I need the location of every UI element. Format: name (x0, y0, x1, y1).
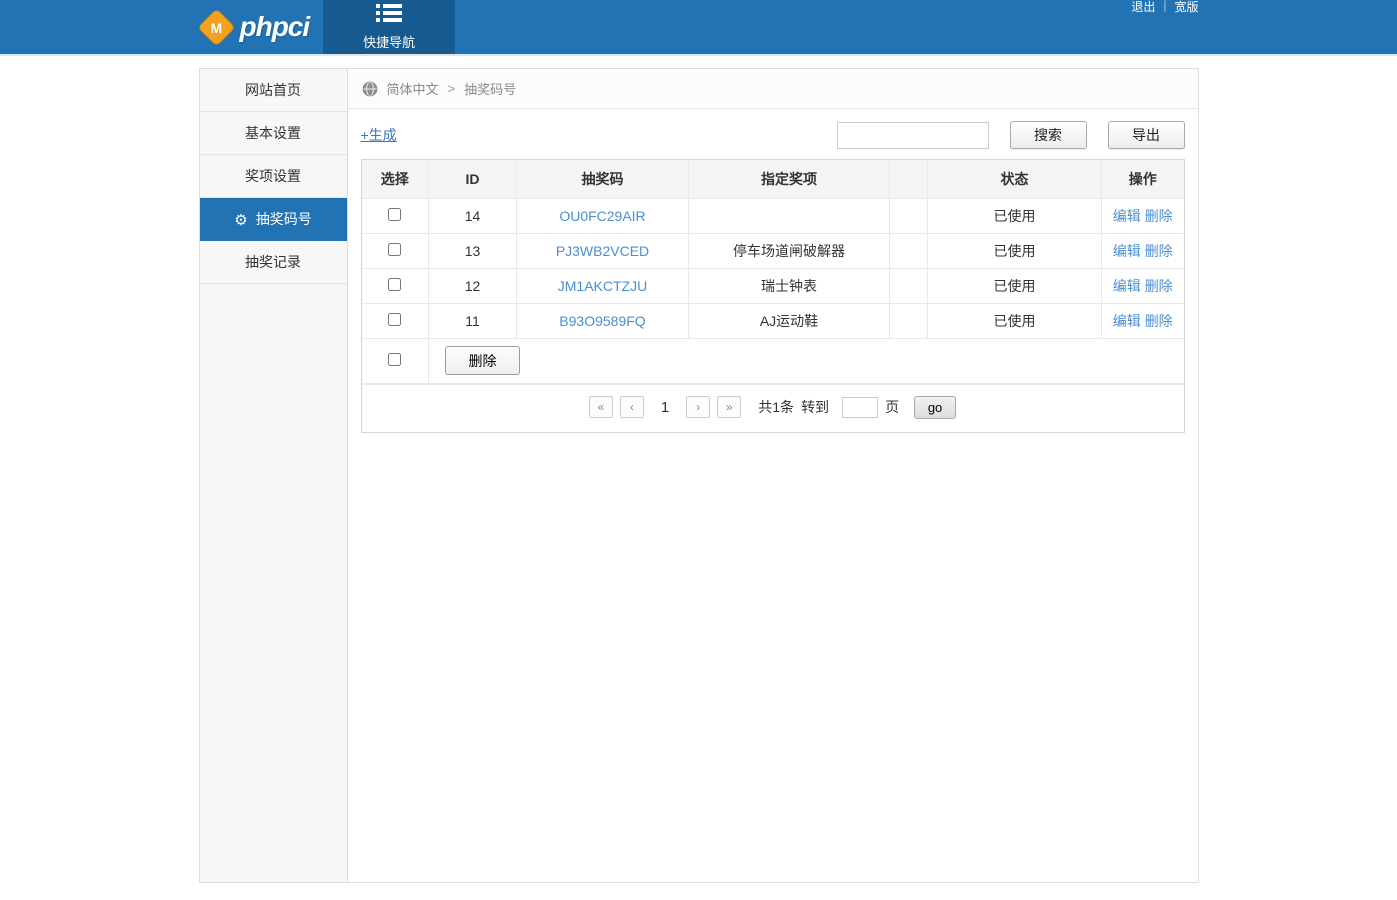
row-checkbox[interactable] (388, 277, 402, 291)
delete-link[interactable]: 删除 (1145, 243, 1173, 259)
row-id: 14 (428, 197, 517, 234)
row-status: 已使用 (927, 302, 1102, 339)
sidebar-item-label: 抽奖记录 (245, 254, 301, 270)
edit-link[interactable]: 编辑 (1113, 208, 1141, 224)
table-row: 12 JM1AKCTZJU 瑞士钟表 已使用 编辑 删除 (361, 267, 1184, 304)
gear-icon: ⚙ (234, 212, 248, 229)
lottery-codes-table-box: 选择 ID 抽奖码 指定奖项 状态 操作 14 OU0FC29AIR 已使用 编… (360, 159, 1185, 433)
row-prize: 瑞士钟表 (688, 267, 890, 304)
link-separator: | (1163, 0, 1167, 12)
row-empty-cell (889, 302, 928, 339)
breadcrumb-language[interactable]: 简体中文 (387, 79, 439, 98)
generate-link[interactable]: +生成 (361, 125, 397, 145)
row-status: 已使用 (927, 197, 1102, 234)
row-empty-cell (889, 267, 928, 304)
sidebar: 网站首页 基本设置 奖项设置 ⚙ 抽奖码号 抽奖记录 (199, 69, 348, 882)
col-header-actions: 操作 (1101, 160, 1184, 199)
go-button[interactable]: go (914, 395, 957, 419)
logo-badge-letter: M (210, 18, 222, 35)
row-empty-cell (889, 197, 928, 234)
wide-version-link[interactable]: 宽版 (1174, 0, 1198, 15)
total-count-text: 共1条 (758, 399, 795, 415)
search-input[interactable] (836, 121, 989, 149)
row-prize: AJ运动鞋 (688, 302, 890, 339)
globe-icon (362, 81, 378, 97)
sidebar-item-lottery-codes[interactable]: ⚙ 抽奖码号 (199, 198, 347, 241)
quick-nav-tab[interactable]: 快捷导航 (323, 0, 456, 54)
row-status: 已使用 (927, 232, 1102, 269)
sidebar-item-label: 奖项设置 (245, 168, 301, 184)
quick-nav-label: 快捷导航 (363, 35, 416, 50)
code-link[interactable]: PJ3WB2VCED (556, 243, 649, 259)
breadcrumb-current-page: 抽奖码号 (464, 82, 517, 97)
select-all-checkbox[interactable] (388, 352, 402, 366)
col-header-status: 状态 (927, 160, 1102, 199)
col-header-code: 抽奖码 (516, 160, 689, 199)
row-empty-cell (889, 232, 928, 269)
sidebar-item-label: 抽奖码号 (255, 211, 312, 227)
sidebar-item-label: 网站首页 (245, 82, 301, 98)
first-page-button[interactable]: « (588, 396, 613, 418)
col-header-id: ID (428, 160, 517, 199)
sidebar-item-lottery-records[interactable]: 抽奖记录 (199, 241, 347, 284)
edit-link[interactable]: 编辑 (1113, 278, 1141, 294)
sidebar-item-label: 基本设置 (245, 125, 301, 141)
row-prize (688, 197, 890, 234)
prev-page-button[interactable]: ‹ (619, 396, 644, 418)
row-id: 12 (428, 267, 517, 304)
table-toolbar: +生成 搜索 导出 (348, 109, 1198, 159)
edit-link[interactable]: 编辑 (1113, 313, 1141, 329)
table-row: 14 OU0FC29AIR 已使用 编辑 删除 (361, 197, 1184, 234)
table-footer-row: 删除 (361, 337, 1184, 384)
code-link[interactable]: B93O9589FQ (559, 313, 645, 329)
row-id: 13 (428, 232, 517, 269)
col-header-prize: 指定奖项 (688, 160, 890, 199)
row-prize: 停车场道闸破解器 (688, 232, 890, 269)
list-menu-icon (376, 3, 403, 26)
delete-link[interactable]: 删除 (1145, 208, 1173, 224)
lottery-codes-table: 选择 ID 抽奖码 指定奖项 状态 操作 14 OU0FC29AIR 已使用 编… (361, 160, 1184, 384)
page-suffix-text: 页 (885, 399, 900, 415)
col-header-empty (889, 160, 928, 199)
last-page-button[interactable]: » (717, 396, 742, 418)
row-status: 已使用 (927, 267, 1102, 304)
table-row: 11 B93O9589FQ AJ运动鞋 已使用 编辑 删除 (361, 302, 1184, 339)
row-checkbox[interactable] (388, 242, 402, 256)
current-page-number: 1 (660, 398, 670, 416)
main-container: 网站首页 基本设置 奖项设置 ⚙ 抽奖码号 抽奖记录 简体中文 > 抽奖码号 +生… (198, 68, 1199, 883)
logout-link[interactable]: 退出 (1131, 0, 1155, 15)
top-header: M phpci 快捷导航 退出 | 宽版 (0, 0, 1397, 56)
next-page-button[interactable]: › (686, 396, 711, 418)
breadcrumb: 简体中文 > 抽奖码号 (347, 69, 1198, 109)
bulk-delete-button[interactable]: 删除 (445, 346, 520, 375)
sidebar-item-prize-settings[interactable]: 奖项设置 (199, 155, 347, 198)
sidebar-item-basic-settings[interactable]: 基本设置 (199, 112, 347, 155)
row-id: 11 (428, 302, 517, 339)
logo-diamond-icon: M (196, 7, 236, 47)
delete-link[interactable]: 删除 (1145, 313, 1173, 329)
logo-text: phpci (239, 11, 311, 42)
pagination: « ‹ 1 › » 共1条 转到 页 go (361, 383, 1184, 432)
code-link[interactable]: JM1AKCTZJU (558, 278, 647, 294)
row-checkbox[interactable] (388, 312, 402, 326)
code-link[interactable]: OU0FC29AIR (559, 208, 645, 224)
page-number-input[interactable] (842, 396, 879, 418)
col-header-select: 选择 (361, 160, 429, 199)
goto-text: 转到 (801, 399, 830, 415)
content-area: 简体中文 > 抽奖码号 +生成 搜索 导出 选择 ID 抽奖码 指定奖项 状态 … (347, 69, 1198, 882)
export-button[interactable]: 导出 (1107, 121, 1185, 149)
delete-link[interactable]: 删除 (1145, 278, 1173, 294)
header-links: 退出 | 宽版 (1131, 0, 1198, 15)
row-checkbox[interactable] (388, 207, 402, 221)
sidebar-item-home[interactable]: 网站首页 (199, 69, 347, 112)
search-button[interactable]: 搜索 (1009, 121, 1087, 149)
breadcrumb-separator: > (447, 81, 456, 96)
table-header-row: 选择 ID 抽奖码 指定奖项 状态 操作 (361, 160, 1184, 199)
app-logo[interactable]: M phpci (196, 0, 324, 54)
edit-link[interactable]: 编辑 (1113, 243, 1141, 259)
table-row: 13 PJ3WB2VCED 停车场道闸破解器 已使用 编辑 删除 (361, 232, 1184, 269)
